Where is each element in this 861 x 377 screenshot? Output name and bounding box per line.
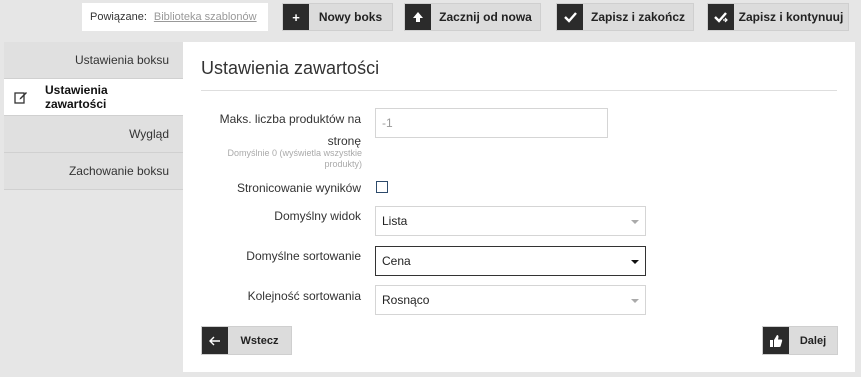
max-products-label-line1: Maks. liczba produktów na — [219, 112, 361, 126]
chevron-down-icon — [631, 299, 639, 303]
new-box-button[interactable]: + Nowy boks — [282, 3, 393, 31]
max-products-input[interactable] — [375, 108, 608, 138]
save-finish-label: Zapisz i zakończ — [590, 10, 686, 24]
save-continue-label: Zapisz i kontynuuj — [738, 10, 844, 24]
sort-order-value: Rosnąco — [382, 293, 430, 307]
pagination-label: Stronicowanie wyników — [236, 181, 361, 195]
thumbs-up-icon — [763, 327, 789, 354]
restart-button[interactable]: Zacznij od nowa — [404, 3, 541, 31]
next-label: Dalej — [799, 334, 827, 347]
chevron-down-icon — [631, 260, 639, 264]
sidebar-item-appearance[interactable]: Wygląd — [4, 116, 183, 153]
content-panel: Ustawienia zawartości Maks. liczba produ… — [183, 42, 855, 372]
default-view-select[interactable]: Lista — [375, 206, 646, 236]
sidebar-item-label: Ustawienia boksu — [74, 53, 169, 67]
save-finish-button[interactable]: Zapisz i zakończ — [556, 3, 694, 31]
related-bar: Powiązane: Biblioteka szablonów — [82, 3, 268, 31]
max-products-hint: Domyślnie 0 (wyświetla wszystkie produkt… — [227, 148, 362, 169]
restart-label: Zacznij od nowa — [439, 10, 532, 24]
default-sort-select[interactable]: Cena — [375, 246, 646, 276]
edit-icon — [14, 92, 27, 104]
template-library-link[interactable]: Biblioteka szablonów — [154, 11, 257, 23]
page-title: Ustawienia zawartości — [201, 58, 380, 78]
new-box-label: Nowy boks — [318, 10, 383, 24]
next-button[interactable]: Dalej — [762, 326, 838, 355]
default-sort-value: Cena — [382, 254, 411, 268]
sort-order-select[interactable]: Rosnąco — [375, 285, 646, 315]
default-sort-label: Domyślne sortowanie — [246, 249, 361, 263]
back-button[interactable]: Wstecz — [201, 326, 292, 355]
sidebar-item-box-behavior[interactable]: Zachowanie boksu — [4, 153, 183, 190]
arrow-left-icon — [202, 327, 228, 354]
pagination-checkbox[interactable] — [376, 181, 388, 193]
default-view-value: Lista — [382, 214, 408, 228]
plus-icon: + — [283, 4, 309, 30]
sidebar-item-label: Wygląd — [129, 127, 169, 141]
save-continue-button[interactable]: Zapisz i kontynuuj — [707, 3, 849, 31]
check-arrow-icon — [708, 4, 734, 30]
sidebar: Ustawienia boksu Ustawienia zawartości W… — [4, 42, 183, 190]
sidebar-item-label: Ustawienia zawartości — [45, 83, 108, 111]
related-label: Powiązane: — [90, 11, 147, 23]
default-view-label: Domyślny widok — [274, 209, 361, 223]
sidebar-item-label: Zachowanie boksu — [68, 164, 169, 178]
chevron-down-icon — [631, 220, 639, 224]
sort-order-label: Kolejność sortowania — [247, 289, 361, 303]
title-divider — [201, 90, 837, 91]
sidebar-item-box-settings[interactable]: Ustawienia boksu — [4, 42, 183, 79]
sidebar-item-content-settings[interactable]: Ustawienia zawartości — [4, 79, 183, 116]
max-products-label-line2: stronę — [327, 134, 361, 148]
back-label: Wstecz — [240, 334, 279, 347]
check-icon — [557, 4, 583, 30]
arrow-up-icon — [405, 4, 431, 30]
